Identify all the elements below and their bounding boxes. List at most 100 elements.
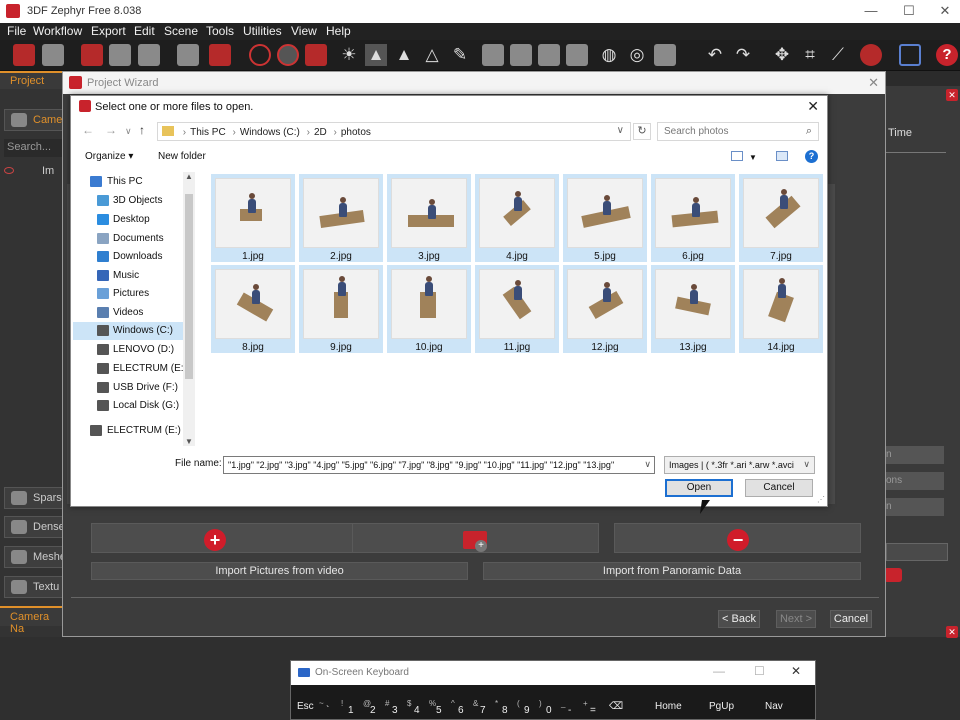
key-char[interactable]: % 5 <box>427 699 447 719</box>
forward-arrow-icon[interactable]: → <box>105 123 117 137</box>
animation-icon[interactable] <box>482 44 504 66</box>
tree-item-windows-c[interactable]: Windows (C:) <box>73 322 183 340</box>
file-thumbnail-item[interactable]: 13.jpg <box>651 265 735 353</box>
key-char[interactable]: ~ ` <box>317 699 337 719</box>
clipping-icon[interactable] <box>538 44 560 66</box>
tree-item-desktop[interactable]: Desktop <box>73 211 183 229</box>
pointcloud-icon[interactable] <box>177 44 199 66</box>
breadcrumb-photos[interactable]: photos <box>341 127 371 138</box>
keyboard-close-button[interactable]: ✕ <box>791 664 801 678</box>
file-thumbnail-item[interactable]: 5.jpg <box>563 174 647 262</box>
key-char[interactable]: & 7 <box>471 699 491 719</box>
key-char[interactable]: $4 <box>405 699 425 719</box>
file-thumbnail-item[interactable]: 7.jpg <box>739 174 823 262</box>
file-dialog-close-icon[interactable]: ✕ <box>807 98 819 115</box>
menu-workflow[interactable]: Workflow <box>33 24 82 38</box>
tree-item-lenovo-d[interactable]: LENOVO (D:) <box>73 341 183 359</box>
key-home[interactable]: Home <box>653 699 703 719</box>
preview-pane-icon[interactable] <box>776 151 788 161</box>
light-icon[interactable]: ☀ <box>338 44 360 66</box>
key-char[interactable]: @2 <box>361 699 381 719</box>
menu-file[interactable]: File <box>7 24 26 38</box>
file-thumbnail-item[interactable]: 11.jpg <box>475 265 559 353</box>
sparse-button[interactable]: Spars <box>4 487 64 509</box>
layers-icon[interactable] <box>566 44 588 66</box>
menu-view[interactable]: View <box>291 24 317 38</box>
back-button[interactable]: < Back <box>718 610 760 628</box>
menu-utilities[interactable]: Utilities <box>243 24 282 38</box>
youtube-icon[interactable] <box>884 568 902 582</box>
save-icon[interactable] <box>42 44 64 66</box>
file-thumbnail-item[interactable]: 12.jpg <box>563 265 647 353</box>
dialog-cancel-button[interactable]: Cancel <box>745 479 813 497</box>
help-icon[interactable]: ? <box>805 150 818 163</box>
scroll-up-icon[interactable]: ▲ <box>185 172 193 181</box>
remove-pictures-button[interactable]: − <box>614 523 861 553</box>
file-thumbnail-item[interactable]: 10.jpg <box>387 265 471 353</box>
filter-icon[interactable] <box>81 44 103 66</box>
import-panoramic-button[interactable]: Import from Panoramic Data <box>483 562 861 580</box>
menu-export[interactable]: Export <box>91 24 126 38</box>
dense-button[interactable]: Dense <box>4 516 65 538</box>
object-icon[interactable] <box>510 44 532 66</box>
undo-icon[interactable]: ↶ <box>704 44 726 66</box>
menu-scene[interactable]: Scene <box>164 24 198 38</box>
tab-camera-navigator[interactable]: Camera Na <box>0 606 64 635</box>
file-name-input[interactable]: "1.jpg" "2.jpg" "3.jpg" "4.jpg" "5.jpg" … <box>223 456 655 474</box>
cube-solid-icon[interactable] <box>138 44 160 66</box>
breadcrumb-2d[interactable]: 2D <box>314 127 327 138</box>
tree-item-pictures[interactable]: Pictures <box>73 285 183 303</box>
file-thumbnail-item[interactable]: 4.jpg <box>475 174 559 262</box>
next-button[interactable]: Next > <box>776 610 816 628</box>
tree-item-videos[interactable]: Videos <box>73 304 183 322</box>
new-folder-button[interactable]: New folder <box>158 151 206 162</box>
right-panel-close-icon[interactable]: ✕ <box>946 89 958 101</box>
up-arrow-icon[interactable]: ↑ <box>139 123 145 137</box>
tree-item-3d-objects[interactable]: 3D Objects <box>73 192 183 210</box>
crop-icon[interactable]: ⌗ <box>799 44 821 66</box>
menu-help[interactable]: Help <box>326 24 351 38</box>
solid-render-icon[interactable]: ▲ <box>365 44 387 66</box>
view-mode-icon[interactable] <box>731 151 743 161</box>
tree-item-electrum-e[interactable]: ELECTRUM (E:) <box>73 360 187 378</box>
file-thumbnail-item[interactable]: 8.jpg <box>211 265 295 353</box>
outline-render-icon[interactable]: △ <box>421 44 443 66</box>
tree-scrollbar[interactable]: ▲ ▼ <box>183 172 195 446</box>
camera-icon[interactable] <box>209 44 231 66</box>
right-button-2[interactable]: ons <box>886 472 944 490</box>
tab-project[interactable]: Project <box>0 71 62 89</box>
key-pgup[interactable]: PgUp <box>707 699 757 719</box>
circle-select-icon[interactable] <box>249 44 271 66</box>
new-project-icon[interactable] <box>13 44 35 66</box>
scroll-thumb[interactable] <box>185 194 193 379</box>
menu-tools[interactable]: Tools <box>206 24 234 38</box>
left-search-input[interactable]: Search... <box>4 139 64 157</box>
rotate-gizmo-icon[interactable]: ✥ <box>771 44 793 66</box>
key-char[interactable]: ⌫ <box>607 699 647 719</box>
settings-gear-icon[interactable] <box>860 44 882 66</box>
control-points-icon[interactable] <box>305 44 327 66</box>
keyboard-maximize-button[interactable]: ☐ <box>754 664 765 678</box>
key-char[interactable]: ) 0 <box>537 699 557 719</box>
tree-item-usb-drive-f[interactable]: USB Drive (F:) <box>73 379 183 397</box>
redo-icon[interactable]: ↷ <box>732 44 754 66</box>
recent-chevron-icon[interactable]: ∨ <box>125 126 132 137</box>
tree-item-electrum-e[interactable]: ELECTRUM (E:) <box>73 422 183 440</box>
wizard-close-icon[interactable]: ✕ <box>868 75 879 91</box>
key-char[interactable]: ^ 6 <box>449 699 469 719</box>
record-icon[interactable] <box>277 44 299 66</box>
key-char[interactable]: (9 <box>515 699 535 719</box>
view-cube-icon[interactable] <box>899 44 921 66</box>
cube-icon[interactable] <box>109 44 131 66</box>
address-dropdown-icon[interactable]: ∨ <box>617 125 624 136</box>
right-dropdown[interactable] <box>886 543 948 561</box>
view-mode-dropdown-icon[interactable]: ▼ <box>749 153 757 162</box>
breadcrumb-this-pc[interactable]: This PC <box>190 127 226 138</box>
brush-icon[interactable]: ✎ <box>449 44 471 66</box>
back-arrow-icon[interactable]: ← <box>82 123 94 137</box>
file-thumbnail-item[interactable]: 2.jpg <box>299 174 383 262</box>
refresh-icon[interactable]: ↻ <box>633 123 651 140</box>
file-thumbnail-item[interactable]: 9.jpg <box>299 265 383 353</box>
maximize-button[interactable]: ☐ <box>894 2 924 20</box>
resize-grip-icon[interactable]: ⋰ <box>817 495 825 504</box>
